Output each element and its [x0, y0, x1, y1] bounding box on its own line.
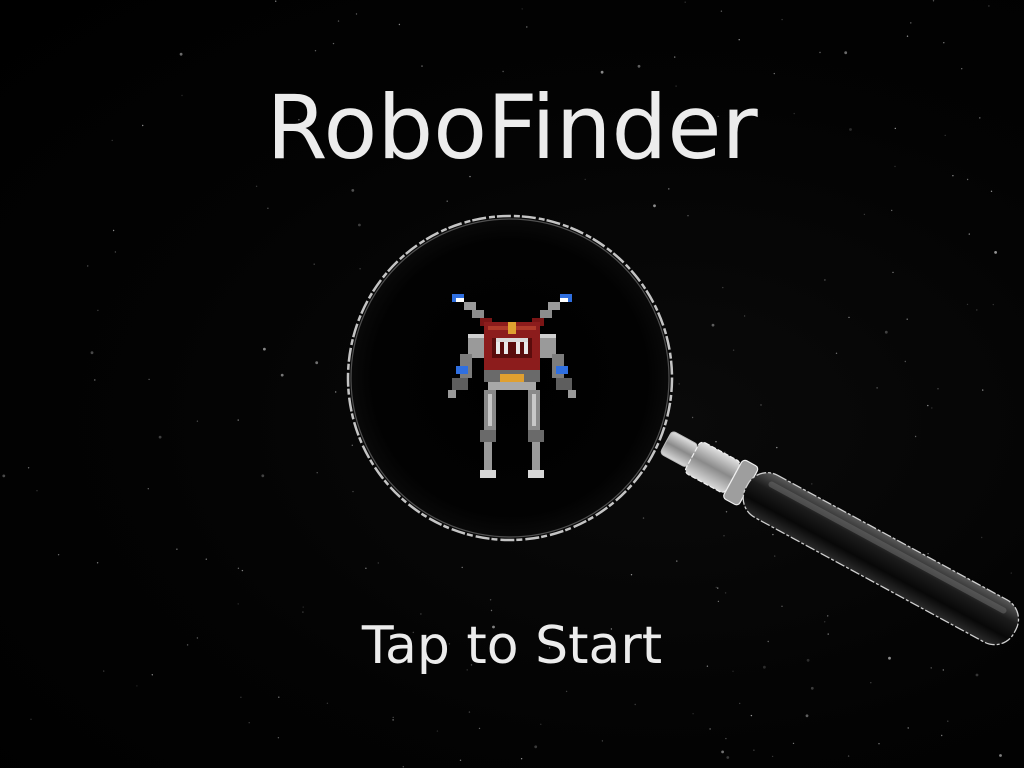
tap-to-start-button[interactable]: Tap to Start — [312, 608, 712, 684]
robot-sprite-icon — [448, 294, 576, 478]
title-screen[interactable]: RoboFinder Tap to Start — [0, 0, 1024, 768]
